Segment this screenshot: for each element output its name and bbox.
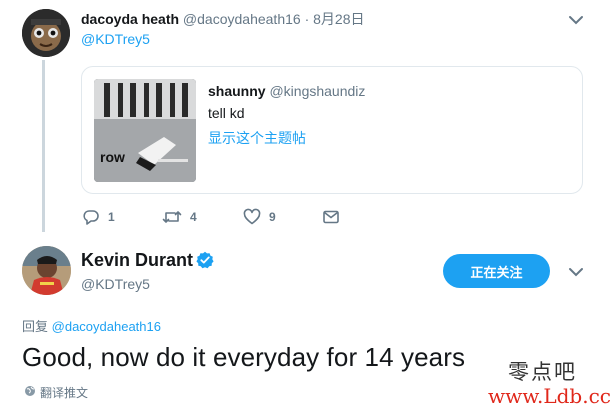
like-count: 9 (269, 210, 276, 224)
watermark-title: 零点吧 (508, 360, 577, 384)
mention-link[interactable]: @KDTrey5 (81, 31, 150, 47)
like-button[interactable]: 9 (243, 207, 276, 227)
translate-tweet-link[interactable]: 翻译推文 (24, 384, 88, 401)
watermark-url: www.Ldb.cc (488, 384, 610, 408)
replying-to: 回复 @dacoydaheath16 (22, 316, 161, 335)
mention-link[interactable]: @dacoydaheath16 (52, 319, 161, 334)
display-name[interactable]: dacoyda heath (81, 11, 179, 27)
reply-icon (82, 208, 100, 226)
timestamp[interactable]: 8月28日 (313, 11, 364, 27)
verified-icon (196, 251, 214, 269)
separator: · (304, 11, 310, 27)
reply-button[interactable]: 1 (82, 207, 115, 227)
handle[interactable]: @dacoydaheath16 (183, 11, 301, 27)
quoted-handle[interactable]: @kingshaundiz (269, 83, 365, 99)
retweet-button[interactable]: 4 (162, 207, 197, 227)
translate-label[interactable]: 翻译推文 (40, 384, 88, 401)
chevron-down-icon[interactable] (566, 12, 586, 28)
thread-line (42, 60, 45, 232)
display-name[interactable]: Kevin Durant (81, 250, 193, 271)
retweet-count: 4 (190, 210, 197, 224)
image-caption: row (100, 149, 125, 165)
following-button[interactable]: 正在关注 (443, 254, 550, 288)
tweet-header: dacoyda heath @dacoydaheath16 · 8月28日 (81, 9, 364, 29)
quoted-tweet-header: shaunny @kingshaundiz (208, 83, 365, 99)
site-watermark: 零点吧 www.Ldb.cc (488, 356, 610, 408)
tweet-text: Good, now do it everyday for 14 years (22, 342, 466, 372)
like-icon (243, 208, 261, 226)
quoted-tweet-text: tell kd (208, 105, 245, 121)
chevron-down-icon[interactable] (566, 264, 586, 280)
quoted-tweet-image[interactable]: row (94, 79, 196, 182)
avatar[interactable] (22, 9, 70, 57)
quoted-display-name[interactable]: shaunny (208, 83, 266, 99)
reply-count: 1 (108, 210, 115, 224)
direct-message-button[interactable] (322, 207, 340, 227)
handle[interactable]: @KDTrey5 (81, 276, 150, 292)
retweet-icon (162, 208, 182, 226)
avatar[interactable] (22, 246, 71, 295)
direct-message-icon (322, 208, 340, 226)
globe-icon (24, 385, 40, 400)
show-thread-link[interactable]: 显示这个主题帖 (208, 128, 306, 148)
replying-prefix: 回复 (22, 319, 49, 334)
